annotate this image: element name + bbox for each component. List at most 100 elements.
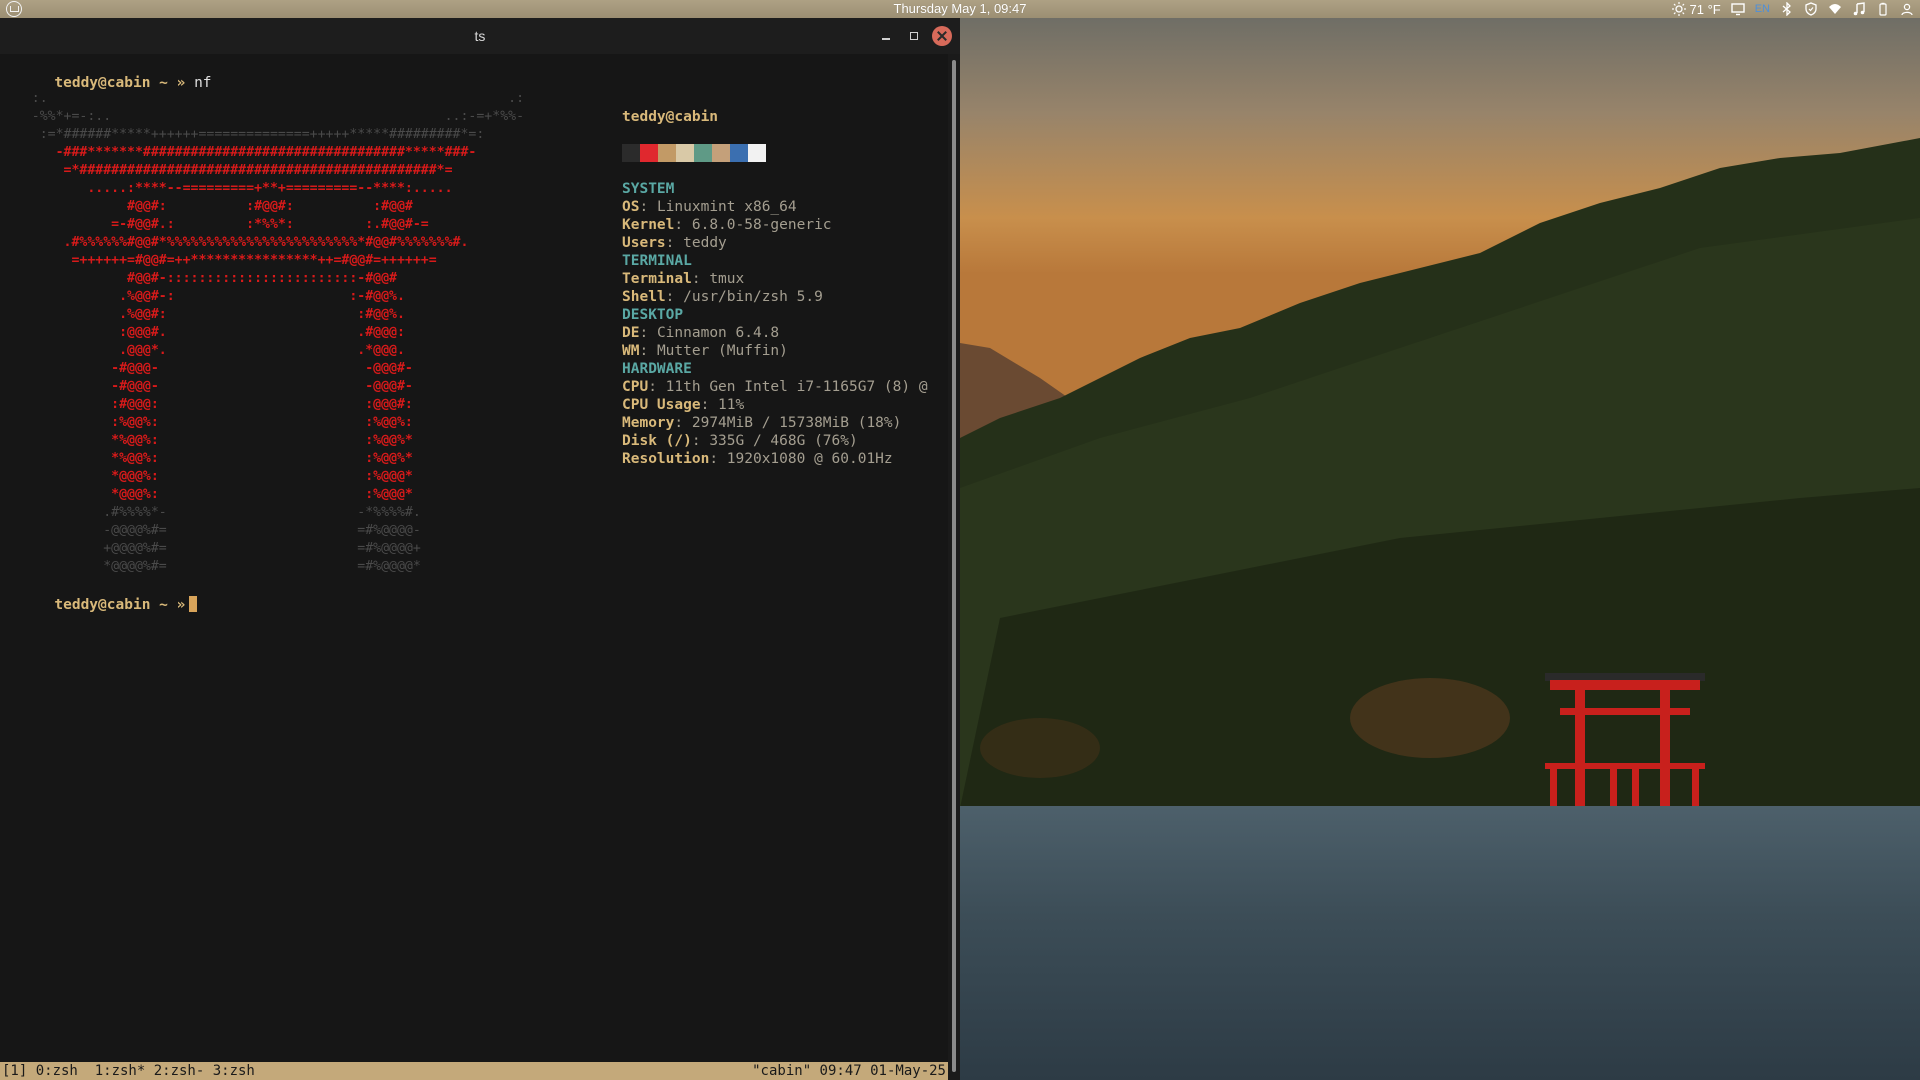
fetch-section-header: TERMINAL [622, 253, 692, 269]
ascii-line: -@@@@%#= =#%@@@@- [103, 523, 421, 538]
keyboard-layout-applet[interactable]: EN [1755, 0, 1770, 18]
ascii-line: #@@#: :#@@#: :#@@# [127, 199, 413, 214]
terminal-scrollbar[interactable] [948, 54, 960, 1080]
fetch-info-key: OS [622, 199, 640, 215]
tmux-status-right: "cabin" 09:47 01-May-25 [752, 1063, 946, 1079]
fetch-info-value: 6.8.0-58-generic [691, 217, 832, 233]
ascii-line: :=*######*****++++++==============+++++*… [39, 127, 485, 142]
window-titlebar[interactable]: ts [0, 18, 960, 55]
scrollbar-thumb[interactable] [952, 60, 956, 1072]
battery-icon [1879, 2, 1887, 16]
language-icon: EN [1754, 3, 1770, 15]
power-applet[interactable] [1876, 0, 1890, 18]
fetch-info-value: tmux [709, 271, 745, 287]
sound-applet[interactable] [1852, 0, 1866, 18]
fetch-info-key: Kernel [622, 217, 675, 233]
fetch-info-key: CPU [622, 379, 649, 395]
fetch-info-row: CPU: 11th Gen Intel i7-1165G7 (8) @ [622, 379, 928, 395]
ascii-line: .%@@#: :#@@%. [119, 307, 405, 322]
ascii-line: :. .: [31, 91, 525, 106]
ascii-line: .@@@*. .*@@@. [119, 343, 405, 358]
fetch-info-key: Shell [622, 289, 666, 305]
shell-prompt: teddy@cabin ~ » [54, 597, 186, 613]
fetch-info-value: 11% [718, 397, 745, 413]
close-button[interactable] [932, 26, 952, 46]
ascii-line: -#@@@- -@@@#- [111, 379, 413, 394]
ascii-line: *@@@%: :%@@@* [111, 469, 413, 484]
user-icon [1901, 3, 1913, 16]
ascii-line: -%%*+=-:.. ..:-=+*%%- [31, 109, 525, 124]
fetch-info-row: Shell: /usr/bin/zsh 5.9 [622, 289, 823, 305]
palette-swatch [640, 144, 658, 162]
ascii-line: +@@@@%#= =#%@@@@+ [103, 541, 421, 556]
minimize-button[interactable] [876, 26, 896, 46]
fetch-info-row: Disk (/): 335G / 468G (76%) [622, 433, 858, 449]
palette-swatch [748, 144, 766, 162]
system-tray: 71 °F EN [1671, 0, 1915, 18]
fetch-info-key: Resolution [622, 451, 710, 467]
top-panel: Thursday May 1, 09:47 71 °F EN [0, 0, 1920, 18]
fetch-info-row: Memory: 2974MiB / 15738MiB (18%) [622, 415, 902, 431]
fetch-info-value: Linuxmint x86_64 [656, 199, 797, 215]
palette-swatch [658, 144, 676, 162]
ascii-line: :@@@#. .#@@@: [119, 325, 405, 340]
clock-text[interactable]: Thursday May 1, 09:47 [894, 1, 1027, 16]
weather-icon [1671, 2, 1686, 16]
fetch-info-value: Mutter (Muffin) [656, 343, 788, 359]
ascii-line: #@@#-::::::::::::::::::::::::-#@@# [127, 271, 397, 286]
ascii-line: .....:****--=========+**+=========--****… [87, 181, 453, 196]
ascii-line: =-#@@#.: :*%%*: :.#@@#-= [111, 217, 429, 232]
fetch-info-row: Users: teddy [622, 235, 727, 251]
weather-applet[interactable]: 71 °F [1671, 0, 1721, 18]
shell-prompt: teddy@cabin ~ » [54, 75, 186, 91]
fetch-info-row: CPU Usage: 11% [622, 397, 745, 413]
current-command-line[interactable]: teddy@cabin ~ » [2, 578, 198, 632]
ascii-line: *%@@%: :%@@%* [111, 433, 413, 448]
clock-applet: Thursday May 1, 09:47 [0, 1, 1920, 16]
palette-swatch [730, 144, 748, 162]
fetch-info-value: 335G / 468G (76%) [709, 433, 858, 449]
ascii-line: .#%%%%%%#@@#*%%%%%%%%%%%%%%%%%%%%%%%%*#@… [63, 235, 469, 250]
tmux-window-list[interactable]: [1] 0:zsh 1:zsh* 2:zsh- 3:zsh [2, 1062, 255, 1080]
ascii-line: -###*******#############################… [55, 145, 477, 160]
fetch-section-header: SYSTEM [622, 181, 675, 197]
ascii-line: :#@@@: :@@@#: [111, 397, 413, 412]
ascii-line: .#%%%%*- -*%%%%#. [103, 505, 421, 520]
menu-icon[interactable] [6, 1, 22, 17]
ascii-line: *@@@%: :%@@@* [111, 487, 413, 502]
terminal-body[interactable]: teddy@cabin ~ » nf :. .: -%%*+=-:.. ..:-… [0, 54, 948, 1080]
fetch-info-key: Terminal [622, 271, 692, 287]
fetch-info-row: Resolution: 1920x1080 @ 60.01Hz [622, 451, 893, 467]
fetch-info-key: Memory [622, 415, 675, 431]
ascii-line: .%@@#-: :-#@@%. [119, 289, 405, 304]
vpn-applet[interactable] [1804, 0, 1818, 18]
palette-swatch [694, 144, 712, 162]
maximize-button[interactable] [904, 26, 924, 46]
display-icon [1731, 3, 1745, 16]
palette-swatch [676, 144, 694, 162]
bluetooth-applet[interactable] [1780, 0, 1794, 18]
fetch-section-header: DESKTOP [622, 307, 684, 323]
fetch-info-value: 2974MiB / 15738MiB (18%) [691, 415, 902, 431]
palette-swatch [712, 144, 730, 162]
weather-temperature: 71 °F [1689, 1, 1721, 17]
ascii-line: -#@@@- -@@@#- [111, 361, 413, 376]
fetch-info-key: Disk (/) [622, 433, 692, 449]
fetch-info-value: 11th Gen Intel i7-1165G7 (8) @ [665, 379, 928, 395]
fetch-section-header: HARDWARE [622, 361, 692, 377]
music-icon [1853, 2, 1865, 16]
window-title: ts [474, 28, 486, 44]
display-applet[interactable] [1731, 0, 1745, 18]
wifi-icon [1829, 4, 1841, 14]
tmux-status-bar: [1] 0:zsh 1:zsh* 2:zsh- 3:zsh "cabin" 09… [0, 1062, 948, 1080]
color-palette [622, 144, 766, 162]
fetch-info-row: Terminal: tmux [622, 271, 745, 287]
ascii-line: =++++++=#@@#=++****************++=#@@#=+… [71, 253, 437, 268]
fetch-info-value: /usr/bin/zsh 5.9 [683, 289, 823, 305]
ascii-line: =*######################################… [63, 163, 453, 178]
ascii-line: *@@@@%#= =#%@@@@* [103, 559, 421, 574]
bluetooth-icon [1782, 2, 1791, 16]
network-applet[interactable] [1828, 0, 1842, 18]
fetch-info-key: Users [622, 235, 666, 251]
user-applet[interactable] [1900, 0, 1914, 18]
